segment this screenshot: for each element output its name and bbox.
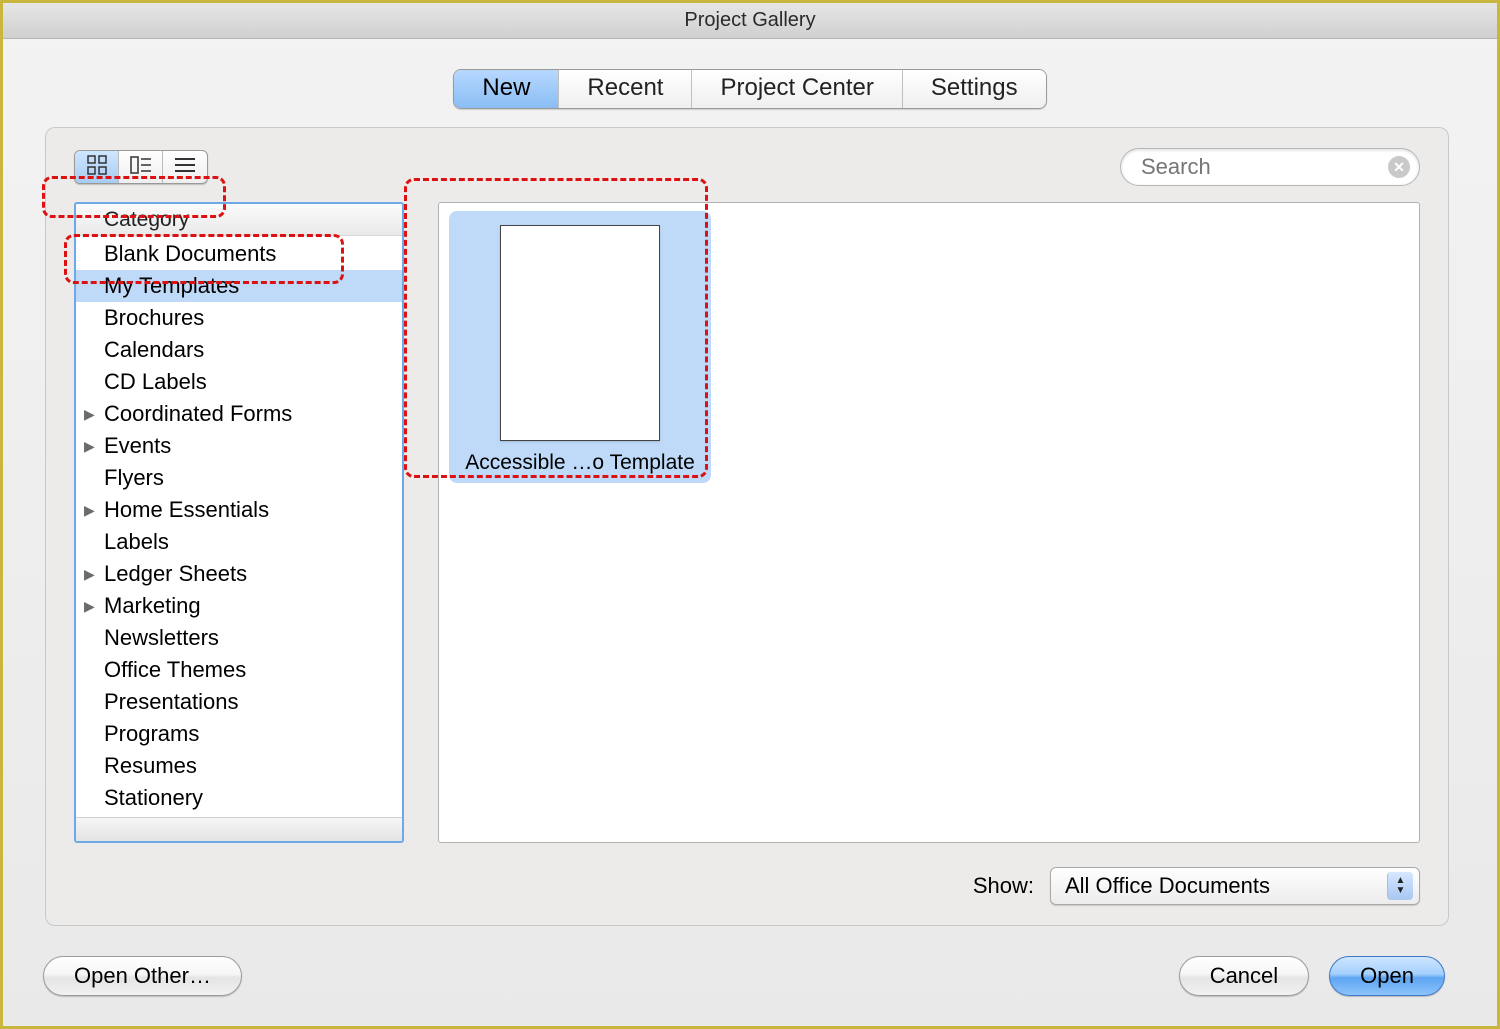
clear-icon[interactable]: ✕ — [1388, 156, 1410, 178]
show-filter-select[interactable]: All Office Documents ▲▼ — [1050, 867, 1420, 905]
template-thumbnail — [500, 225, 660, 441]
category-header[interactable]: Category — [76, 204, 402, 236]
tab-project-center[interactable]: Project Center — [692, 70, 902, 108]
category-pane: Category Blank Documents My Templates Broc… — [74, 202, 404, 843]
template-item[interactable]: Accessible …o Template — [449, 211, 711, 483]
open-button[interactable]: Open — [1329, 956, 1445, 996]
category-item-label: Brochures — [104, 305, 204, 331]
category-item-label: Stationery — [104, 785, 203, 811]
category-item-label: Flyers — [104, 465, 164, 491]
category-item[interactable]: ▶ Ledger Sheets — [76, 558, 402, 590]
category-item-label: Blank Documents — [104, 241, 276, 267]
category-item-label: Programs — [104, 721, 199, 747]
main-row: Category Blank Documents My Templates Broc… — [74, 202, 1420, 843]
list-icon — [174, 157, 196, 178]
cancel-button[interactable]: Cancel — [1179, 956, 1309, 996]
category-item-label: Presentations — [104, 689, 239, 715]
category-item[interactable]: Calendars — [76, 334, 402, 366]
category-item[interactable]: CD Labels — [76, 366, 402, 398]
tabs-row: New Recent Project Center Settings — [3, 39, 1497, 127]
toolbar-row: ✕ — [74, 148, 1420, 186]
category-item[interactable]: My Templates — [76, 270, 402, 302]
window-title: Project Gallery — [684, 9, 815, 32]
show-label: Show: — [973, 873, 1034, 899]
tab-new[interactable]: New — [454, 70, 559, 108]
category-item-label: Office Themes — [104, 657, 246, 683]
category-item-label: Calendars — [104, 337, 204, 363]
window-titlebar: Project Gallery — [3, 3, 1497, 39]
category-item[interactable]: Presentations — [76, 686, 402, 718]
category-item[interactable]: Programs — [76, 718, 402, 750]
category-list: Blank Documents My Templates Brochures Cale… — [76, 236, 402, 817]
tab-settings[interactable]: Settings — [903, 70, 1046, 108]
category-item[interactable]: Newsletters — [76, 622, 402, 654]
project-gallery-window: Project Gallery New Recent Project Cente… — [0, 0, 1500, 1029]
search-input[interactable] — [1120, 148, 1420, 186]
category-item-label: Labels — [104, 529, 169, 555]
template-grid: Accessible …o Template — [438, 202, 1420, 843]
category-item[interactable]: Stationery — [76, 782, 402, 814]
category-item[interactable]: Labels — [76, 526, 402, 558]
template-label: Accessible …o Template — [465, 451, 695, 475]
category-item[interactable]: Blank Documents — [76, 238, 402, 270]
disclosure-triangle-icon[interactable]: ▶ — [84, 502, 95, 519]
view-list-button[interactable] — [163, 151, 207, 183]
category-item-label: My Templates — [104, 273, 239, 299]
category-item-label: Events — [104, 433, 171, 459]
footer-row: Open Other… Cancel Open — [3, 938, 1497, 1026]
search-wrap: ✕ — [1120, 148, 1420, 186]
tab-recent[interactable]: Recent — [559, 70, 692, 108]
disclosure-triangle-icon[interactable]: ▶ — [84, 598, 95, 615]
category-item[interactable]: Resumes — [76, 750, 402, 782]
category-item-label: Newsletters — [104, 625, 219, 651]
view-columns-button[interactable] — [119, 151, 163, 183]
category-item-label: Resumes — [104, 753, 197, 779]
category-item[interactable]: Office Themes — [76, 654, 402, 686]
category-item[interactable]: ▶ Events — [76, 430, 402, 462]
category-item[interactable]: ▶ Coordinated Forms — [76, 398, 402, 430]
columns-icon — [130, 156, 152, 179]
show-row: Show: All Office Documents ▲▼ — [74, 867, 1420, 905]
category-item-label: Marketing — [104, 593, 201, 619]
category-item-label: CD Labels — [104, 369, 207, 395]
category-item[interactable]: ▶ Home Essentials — [76, 494, 402, 526]
main-tabbar: New Recent Project Center Settings — [453, 69, 1046, 109]
category-item-label: Coordinated Forms — [104, 401, 292, 427]
category-item-label: Ledger Sheets — [104, 561, 247, 587]
show-filter-value: All Office Documents — [1065, 873, 1270, 899]
view-mode-toggle — [74, 150, 208, 184]
grid-icon — [87, 155, 107, 180]
body-frame: ✕ Category Blank Documents My Templates Br… — [45, 127, 1449, 926]
category-item-label: Home Essentials — [104, 497, 269, 523]
category-item[interactable]: Brochures — [76, 302, 402, 334]
disclosure-triangle-icon[interactable]: ▶ — [84, 406, 95, 423]
category-footer — [76, 817, 402, 841]
disclosure-triangle-icon[interactable]: ▶ — [84, 438, 95, 455]
dropdown-stepper-icon: ▲▼ — [1387, 872, 1413, 900]
category-item[interactable]: Flyers — [76, 462, 402, 494]
category-item[interactable]: ▶ Marketing — [76, 590, 402, 622]
disclosure-triangle-icon[interactable]: ▶ — [84, 566, 95, 583]
view-grid-button[interactable] — [75, 151, 119, 183]
open-other-button[interactable]: Open Other… — [43, 956, 242, 996]
right-buttons: Cancel Open — [1179, 956, 1445, 996]
